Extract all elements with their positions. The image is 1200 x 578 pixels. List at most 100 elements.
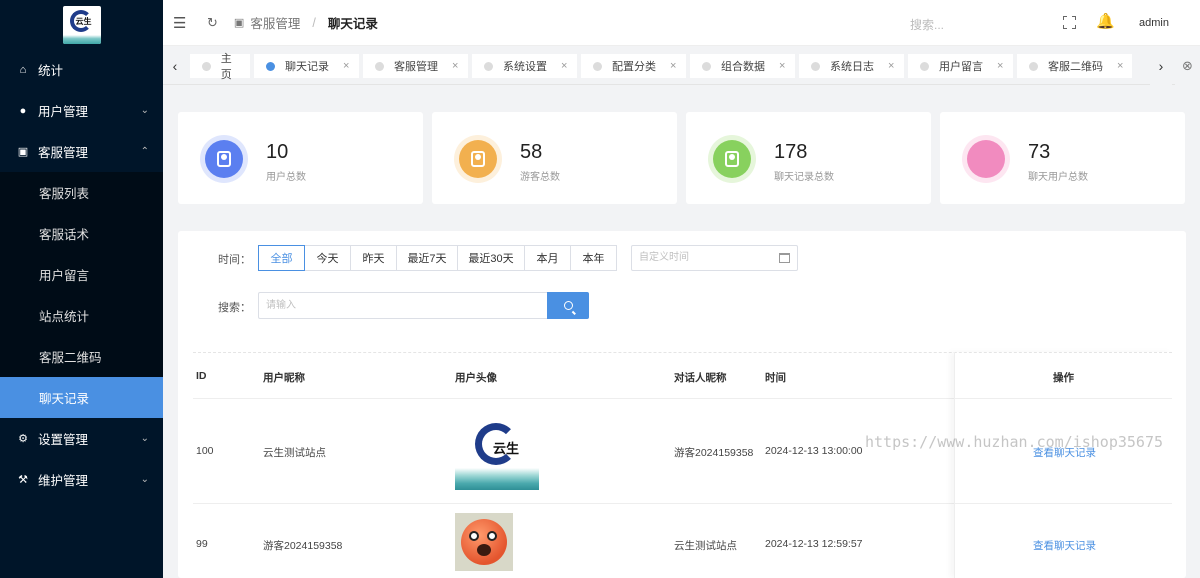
column-header-avatar: 用户头像 [455,372,497,384]
tab-list: 主页 聊天记录 × 客服管理 × 系统设置 × 配置分类 × 组合数据 × 系统日志 × 用… [190,53,1136,81]
breadcrumb: ▣ 客服管理 / 聊天记录 [234,13,378,32]
search-icon [563,301,573,310]
tab-system-settings[interactable]: 系统设置 × [472,54,577,78]
tab-chat-records[interactable]: 聊天记录 × [254,54,359,78]
avatar: 云生 [455,413,539,490]
sidebar-item-site-stats[interactable]: 站点统计 [0,295,163,336]
sidebar-item-scripts[interactable]: 客服话术 [0,213,163,254]
service-submenu: 客服列表 客服话术 用户留言 站点统计 客服二维码 聊天记录 [0,172,163,418]
sidebar-item-settings[interactable]: ⚙ 设置管理 ⌄ [0,418,163,459]
user-icon [471,151,485,167]
stat-card-chat-users: 73 聊天用户总数 [940,112,1185,204]
gear-icon: ⚙ [18,433,28,445]
home-icon: ⌂ [19,63,27,76]
chevron-down-icon: ⌄ [140,433,149,444]
calendar-icon [779,253,790,263]
stat-value: 58 [520,141,543,163]
close-icon[interactable]: × [779,60,785,72]
chevron-down-icon: ⌄ [140,474,149,485]
avatar [455,513,513,571]
chevron-right-icon[interactable]: › [1150,46,1172,85]
custom-date-picker[interactable]: 自定义时间 [631,245,798,271]
search-input[interactable]: 请输入 [258,292,547,319]
tab-bar: ‹ 主页 聊天记录 × 客服管理 × 系统设置 × 配置分类 × 组合数据 × 系统日志 ×… [163,46,1200,85]
sidebar-item-chat-records[interactable]: 聊天记录 [0,377,163,418]
stat-label: 用户总数 [266,172,306,183]
time-option-yesterday[interactable]: 昨天 [350,245,397,271]
sidebar: 云生 ⌂ 统计 ● 用户管理 ⌄ ▣ 客服管理 ⌃ 客服列表 客服话术 用户留言… [0,0,163,578]
user-icon [217,151,231,167]
refresh-icon[interactable]: ↻ [207,15,218,31]
chat-records-table: ID 用户昵称 用户头像 对话人昵称 时间 操作 100 云生测试站点 云生 游… [193,352,1172,578]
search-button[interactable] [547,292,589,319]
stat-label: 聊天用户总数 [1028,172,1088,183]
close-icon[interactable]: × [670,60,676,72]
fullscreen-icon[interactable] [1063,16,1076,29]
sidebar-item-service-list[interactable]: 客服列表 [0,172,163,213]
stat-card-users: 10 用户总数 [178,112,423,204]
stat-label: 聊天记录总数 [774,172,834,183]
time-option-7days[interactable]: 最近7天 [396,245,458,271]
watermark-text: https://www.huzhan.com/ishop35675 [865,433,1164,451]
breadcrumb-current: 聊天记录 [327,17,378,31]
wrench-icon: ⚒ [18,474,28,486]
chat-icon: ▣ [17,146,29,158]
close-icon[interactable]: × [343,60,349,72]
bell-icon[interactable]: 🔔 [1096,12,1115,30]
close-icon[interactable]: × [561,60,567,72]
tab-combined-data[interactable]: 组合数据 × [690,54,795,78]
stat-label: 游客总数 [520,172,560,183]
user-icon: ● [19,104,27,117]
close-icon[interactable]: × [888,60,894,72]
sidebar-item-service[interactable]: ▣ 客服管理 ⌃ [0,131,163,172]
time-option-today[interactable]: 今天 [304,245,351,271]
tab-qrcode[interactable]: 客服二维码 × [1017,54,1132,78]
sidebar-item-messages[interactable]: 用户留言 [0,254,163,295]
time-option-month[interactable]: 本月 [524,245,571,271]
tab-user-messages[interactable]: 用户留言 × [908,54,1013,78]
user-icon [725,151,739,167]
chevron-up-icon: ⌃ [140,146,149,157]
breadcrumb-parent[interactable]: 客服管理 [250,13,300,32]
user-menu[interactable]: admin [1139,17,1169,29]
sidebar-menu: ⌂ 统计 ● 用户管理 ⌄ ▣ 客服管理 ⌃ 客服列表 客服话术 用户留言 站点… [0,49,163,500]
search-label: 搜索： [218,302,251,314]
header-search-input[interactable]: 搜索... [910,16,944,33]
tab-config-category[interactable]: 配置分类 × [581,54,686,78]
tab-home[interactable]: 主页 [190,53,250,81]
column-header-id: ID [196,370,207,382]
sidebar-item-users[interactable]: ● 用户管理 ⌄ [0,90,163,131]
logo-area: 云生 [0,0,163,49]
sidebar-item-qrcode[interactable]: 客服二维码 [0,336,163,377]
time-filter-label: 时间： [218,254,251,266]
chevron-down-icon: ⌄ [140,105,149,116]
chat-icon: ▣ [233,17,245,29]
breadcrumb-separator: / [312,15,316,30]
time-option-30days[interactable]: 最近30天 [457,245,525,271]
close-icon[interactable]: × [997,60,1003,72]
close-all-tabs-icon[interactable]: ⊗ [1175,46,1200,85]
column-header-time: 时间 [765,372,786,384]
stat-card-chat-records: 178 聊天记录总数 [686,112,931,204]
sidebar-item-stats[interactable]: ⌂ 统计 [0,49,163,90]
tab-service[interactable]: 客服管理 × [363,54,468,78]
chevron-left-icon[interactable]: ‹ [163,46,187,85]
column-header-peer: 对话人昵称 [674,372,727,384]
app-logo[interactable]: 云生 [62,5,101,44]
top-header: ☰ ↻ ▣ 客服管理 / 聊天记录 搜索... 🔔 admin [163,0,1200,46]
time-option-year[interactable]: 本年 [570,245,617,271]
time-filter-group: 全部 今天 昨天 最近7天 最近30天 本月 本年 [258,245,617,271]
time-option-all[interactable]: 全部 [258,245,305,271]
fixed-action-column [954,352,1172,578]
close-icon[interactable]: × [452,60,458,72]
menu-toggle-icon[interactable]: ☰ [173,14,189,32]
stat-value: 10 [266,141,289,163]
column-header-nickname: 用户昵称 [263,372,305,384]
chat-records-panel: 时间： 全部 今天 昨天 最近7天 最近30天 本月 本年 自定义时间 搜索： … [178,231,1186,578]
close-icon[interactable]: × [1117,60,1123,72]
sidebar-item-maintenance[interactable]: ⚒ 维护管理 ⌄ [0,459,163,500]
tab-system-log[interactable]: 系统日志 × [799,54,904,78]
stat-card-visitors: 58 游客总数 [432,112,677,204]
stat-value: 178 [774,141,808,163]
stat-value: 73 [1028,141,1051,163]
